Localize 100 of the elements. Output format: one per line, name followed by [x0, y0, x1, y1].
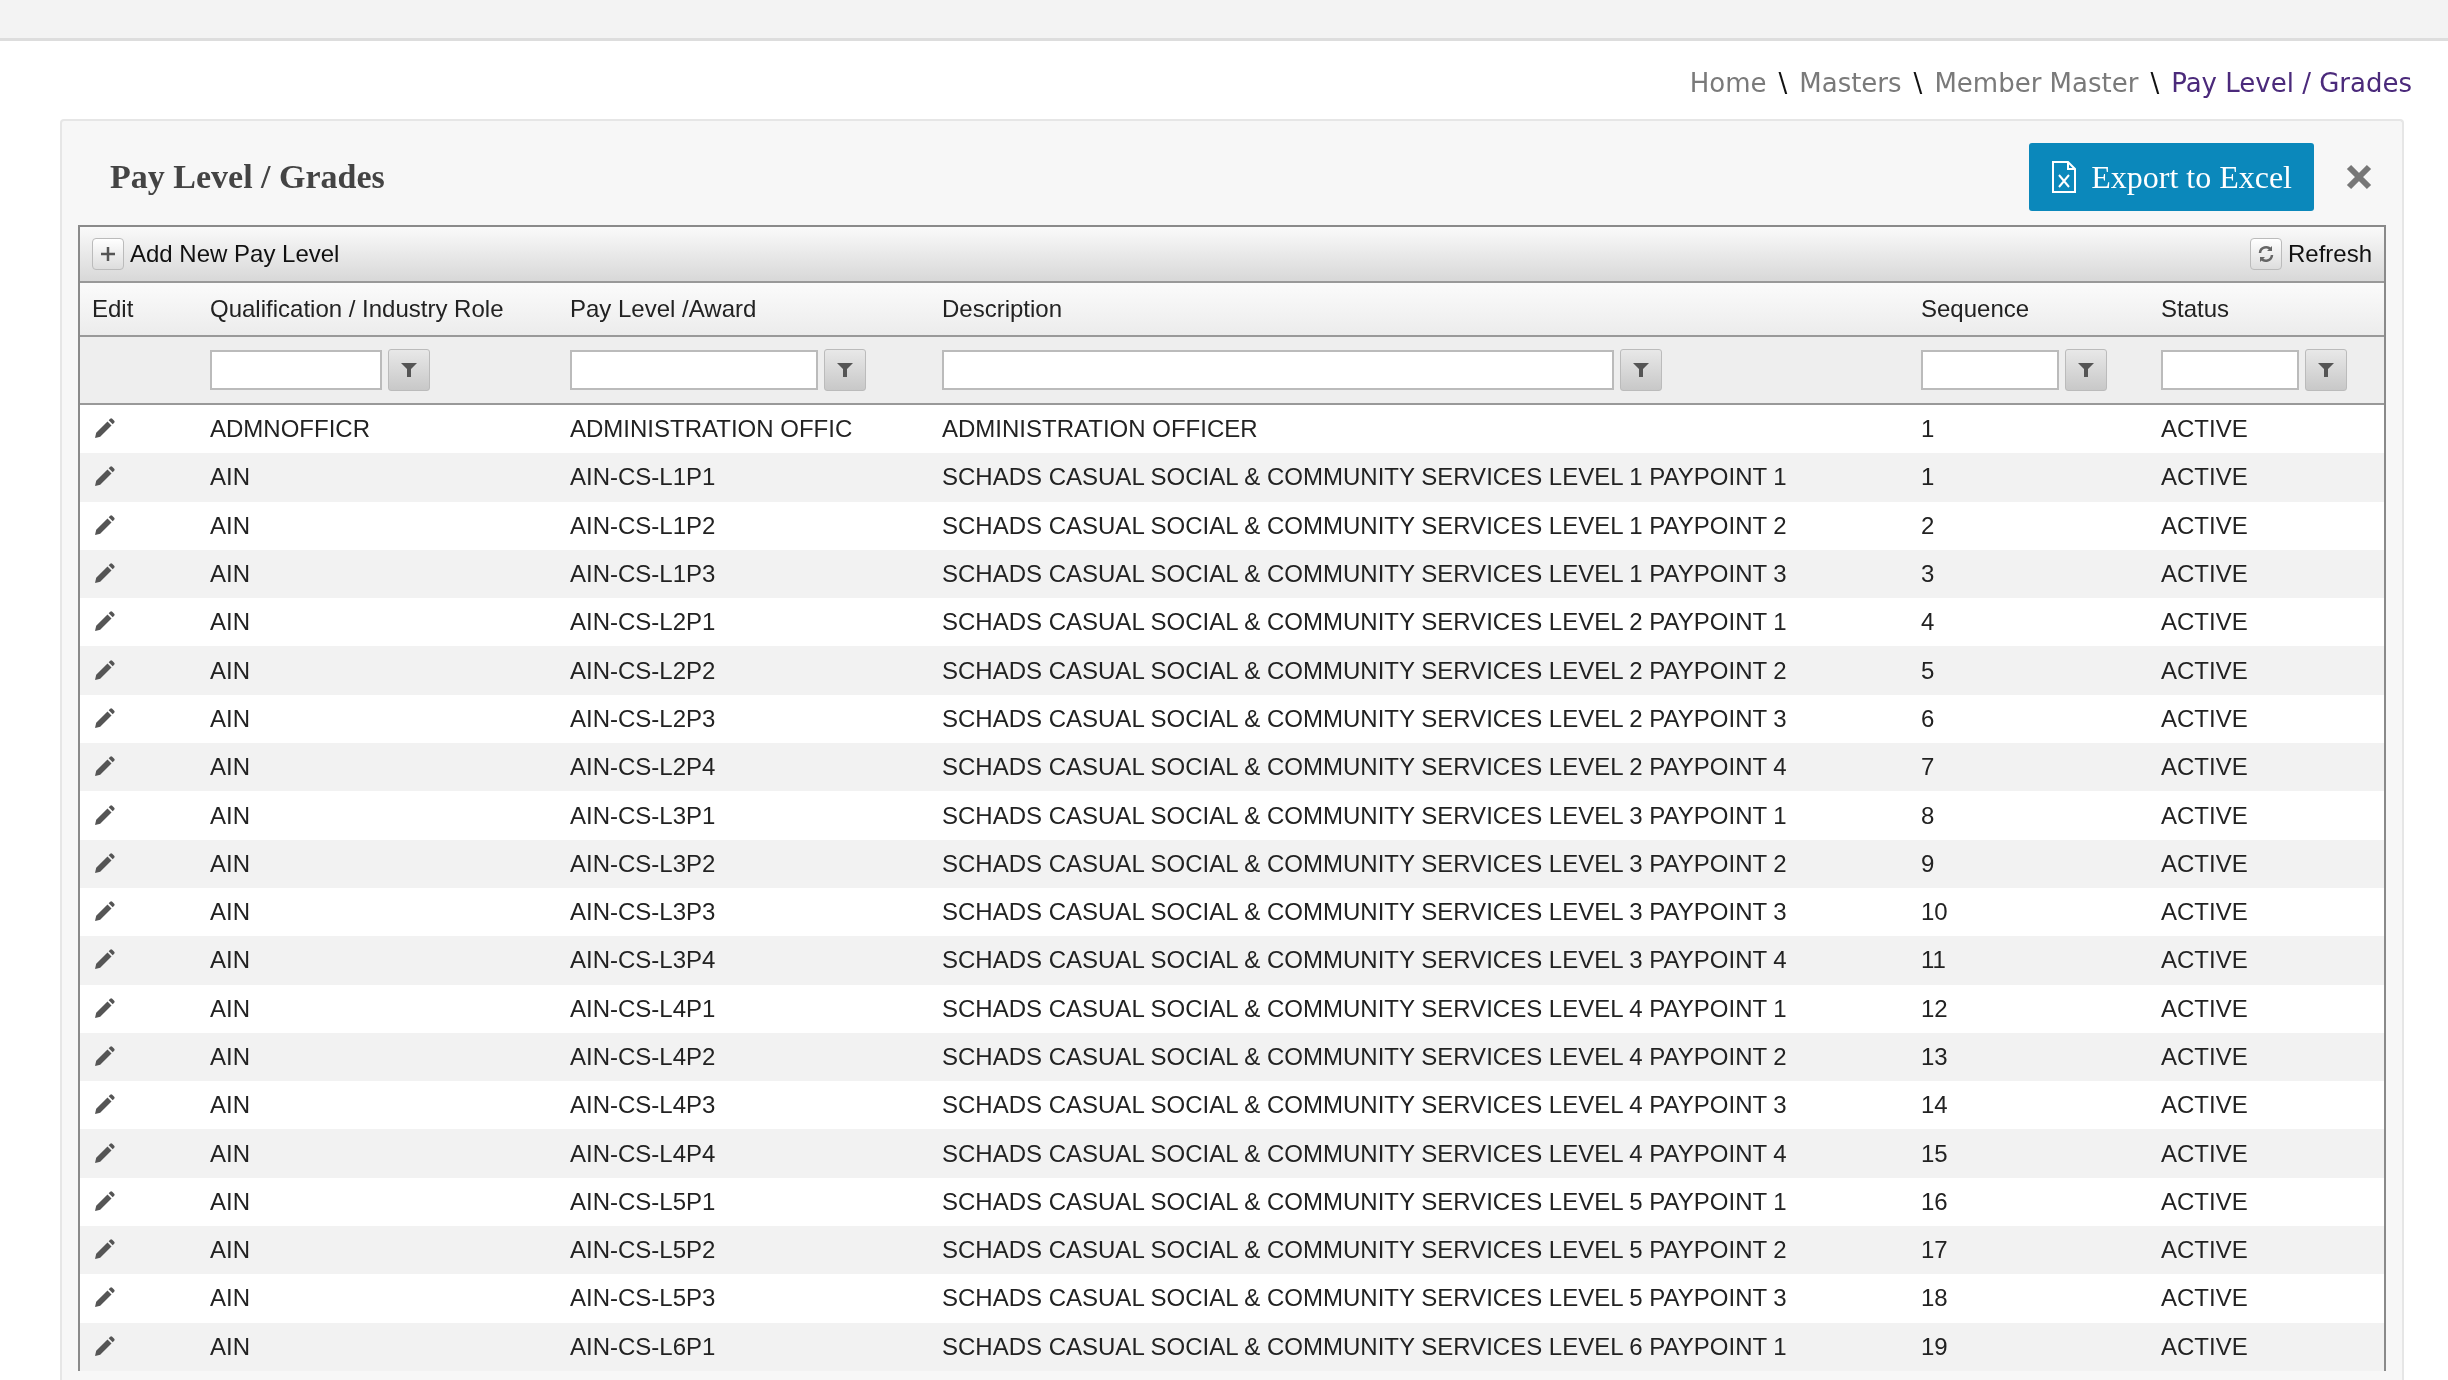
pencil-icon[interactable]: [92, 706, 116, 731]
table-cell-text: 10: [1921, 898, 1949, 927]
pencil-icon[interactable]: [92, 803, 116, 828]
table-cell-text: ACTIVE: [2161, 849, 2249, 878]
filter-icon: [399, 360, 419, 380]
table-cell-text: AIN-CS-L3P2: [570, 849, 717, 878]
table-cell-text: SCHADS CASUAL SOCIAL & COMMUNITY SERVICES LEVEL 4 PAYPOINT 3: [942, 1091, 1788, 1120]
excel-file-icon: [2051, 161, 2078, 193]
filter-button[interactable]: [2065, 349, 2107, 391]
filter-field[interactable]: [210, 350, 382, 390]
column-header[interactable]: Status: [2161, 295, 2384, 323]
column-header[interactable]: Qualification / Industry Role: [210, 295, 570, 323]
table-cell-text: SCHADS CASUAL SOCIAL & COMMUNITY SERVICES LEVEL 5 PAYPOINT 2: [942, 1236, 1788, 1265]
table-cell-text: AIN-CS-L3P3: [570, 898, 717, 927]
table-cell-text: SCHADS CASUAL SOCIAL & COMMUNITY SERVICES LEVEL 1 PAYPOINT 1: [942, 463, 1788, 492]
filter-field[interactable]: [942, 350, 1614, 390]
table-cell-text: AIN-CS-L1P1: [570, 463, 717, 492]
table-cell-text: ACTIVE: [2161, 1187, 2249, 1216]
breadcrumb-link[interactable]: Member Master: [1934, 68, 2139, 98]
table-cell-text: AIN-CS-L4P3: [570, 1091, 717, 1120]
table-cell-text: SCHADS CASUAL SOCIAL & COMMUNITY SERVICES LEVEL 4 PAYPOINT 2: [942, 1043, 1788, 1071]
pencil-icon[interactable]: [92, 851, 116, 876]
pencil-icon[interactable]: [92, 996, 116, 1021]
table-cell-text: 5: [1921, 656, 1936, 685]
pencil-icon[interactable]: [92, 1141, 116, 1166]
table-cell-text: ADMINISTRATION OFFIC: [570, 415, 854, 444]
table-cell-text: AIN: [210, 511, 251, 540]
table-cell-text: ACTIVE: [2161, 656, 2249, 685]
table-cell-text: AIN: [210, 463, 251, 492]
filter-field[interactable]: [570, 350, 818, 390]
table-cell-text: 16: [1921, 1187, 1949, 1216]
filter-button[interactable]: [388, 349, 430, 391]
column-header[interactable]: Sequence: [1921, 295, 2161, 323]
column-header[interactable]: Edit: [80, 295, 210, 323]
export-button[interactable]: Export to Excel: [2029, 143, 2314, 211]
table-cell-text: ADMINISTRATION OFFICER: [942, 415, 1259, 444]
table-cell-text: 8: [1921, 801, 1936, 830]
table-cell-text: AIN-CS-L1P2: [570, 511, 717, 540]
table-cell-text: SCHADS CASUAL SOCIAL & COMMUNITY SERVICES LEVEL 5 PAYPOINT 1: [942, 1187, 1788, 1216]
table-cell-text: ACTIVE: [2161, 1043, 2249, 1071]
table-cell-text: 18: [1921, 1284, 1949, 1313]
pencil-icon[interactable]: [92, 1189, 116, 1214]
table-cell-text: SCHADS CASUAL SOCIAL & COMMUNITY SERVICES LEVEL 2 PAYPOINT 4: [942, 753, 1788, 782]
table-cell-text: AIN: [210, 1284, 251, 1313]
table-cell-text: SCHADS CASUAL SOCIAL & COMMUNITY SERVICES LEVEL 3 PAYPOINT 2: [942, 849, 1788, 878]
pencil-icon[interactable]: [92, 1334, 116, 1359]
filter-field[interactable]: [1921, 350, 2059, 390]
table-cell-text: SCHADS CASUAL SOCIAL & COMMUNITY SERVICES LEVEL 4 PAYPOINT 4: [942, 1139, 1788, 1168]
table-cell-text: AIN: [210, 560, 251, 589]
pencil-icon[interactable]: [92, 513, 116, 538]
table-cell-text: AIN-CS-L3P1: [570, 801, 717, 830]
filter-icon: [2076, 360, 2096, 380]
breadcrumb-link[interactable]: Masters: [1799, 68, 1902, 98]
plus-icon: [99, 245, 117, 263]
table-cell-text: 2: [1921, 511, 1936, 540]
table-cell-text: AIN-CS-L5P1: [570, 1187, 717, 1216]
filter-button[interactable]: [1620, 349, 1662, 391]
table-cell-text: AIN-CS-L4P4: [570, 1139, 717, 1168]
column-header[interactable]: Pay Level /Award: [570, 295, 942, 323]
column-header[interactable]: Description: [942, 295, 1921, 323]
table-cell-text: ACTIVE: [2161, 801, 2249, 830]
table-cell-text: SCHADS CASUAL SOCIAL & COMMUNITY SERVICES LEVEL 3 PAYPOINT 4: [942, 946, 1788, 975]
breadcrumb-link[interactable]: Home: [1689, 68, 1767, 98]
table-cell-text: 1: [1921, 463, 1936, 492]
refresh-button[interactable]: Refresh: [2249, 238, 2372, 270]
table-cell-text: 15: [1921, 1139, 1949, 1168]
table-cell-text: SCHADS CASUAL SOCIAL & COMMUNITY SERVICES LEVEL 2 PAYPOINT 3: [942, 704, 1788, 733]
pencil-icon[interactable]: [92, 1045, 116, 1069]
close-icon[interactable]: [2344, 162, 2374, 192]
table-cell-text: ACTIVE: [2161, 946, 2249, 975]
table-cell-text: ACTIVE: [2161, 560, 2249, 589]
table-cell-text: 7: [1921, 753, 1936, 782]
table-cell-text: ACTIVE: [2161, 753, 2249, 782]
table-cell-text: ACTIVE: [2161, 1332, 2249, 1361]
table-cell-text: AIN-CS-L4P1: [570, 994, 717, 1023]
table-cell-text: 19: [1921, 1332, 1949, 1361]
table-cell-text: SCHADS CASUAL SOCIAL & COMMUNITY SERVICES LEVEL 4 PAYPOINT 1: [942, 994, 1788, 1023]
filter-button[interactable]: [2305, 349, 2347, 391]
table-cell-text: ACTIVE: [2161, 704, 2249, 733]
table-cell-text: AIN: [210, 801, 251, 830]
pencil-icon[interactable]: [92, 658, 116, 683]
table-cell-text: ACTIVE: [2161, 463, 2249, 492]
breadcrumb-separator: \: [1913, 68, 1923, 98]
filter-button[interactable]: [824, 349, 866, 391]
filter-icon: [1631, 360, 1651, 380]
add-button[interactable]: Add New Pay Level: [92, 238, 340, 270]
table-cell-text: AIN: [210, 1187, 251, 1216]
table-cell-text: AIN: [210, 994, 251, 1023]
table-cell-text: AIN: [210, 946, 251, 975]
table-cell-text: AIN: [210, 753, 251, 782]
table-cell-text: ACTIVE: [2161, 1139, 2249, 1168]
table-cell-text: AIN-CS-L2P4: [570, 753, 717, 782]
filter-field[interactable]: [2161, 350, 2299, 390]
table-cell-text: SCHADS CASUAL SOCIAL & COMMUNITY SERVICES LEVEL 2 PAYPOINT 1: [942, 608, 1788, 637]
table-cell-text: ACTIVE: [2161, 1236, 2249, 1265]
breadcrumb-separator: \: [2150, 68, 2160, 98]
table-cell-text: AIN-CS-L6P1: [570, 1332, 717, 1361]
table-cell-text: SCHADS CASUAL SOCIAL & COMMUNITY SERVICES LEVEL 5 PAYPOINT 3: [942, 1284, 1788, 1313]
table-cell-text: SCHADS CASUAL SOCIAL & COMMUNITY SERVICES LEVEL 1 PAYPOINT 2: [942, 511, 1788, 540]
breadcrumb-separator: \: [1778, 68, 1788, 98]
